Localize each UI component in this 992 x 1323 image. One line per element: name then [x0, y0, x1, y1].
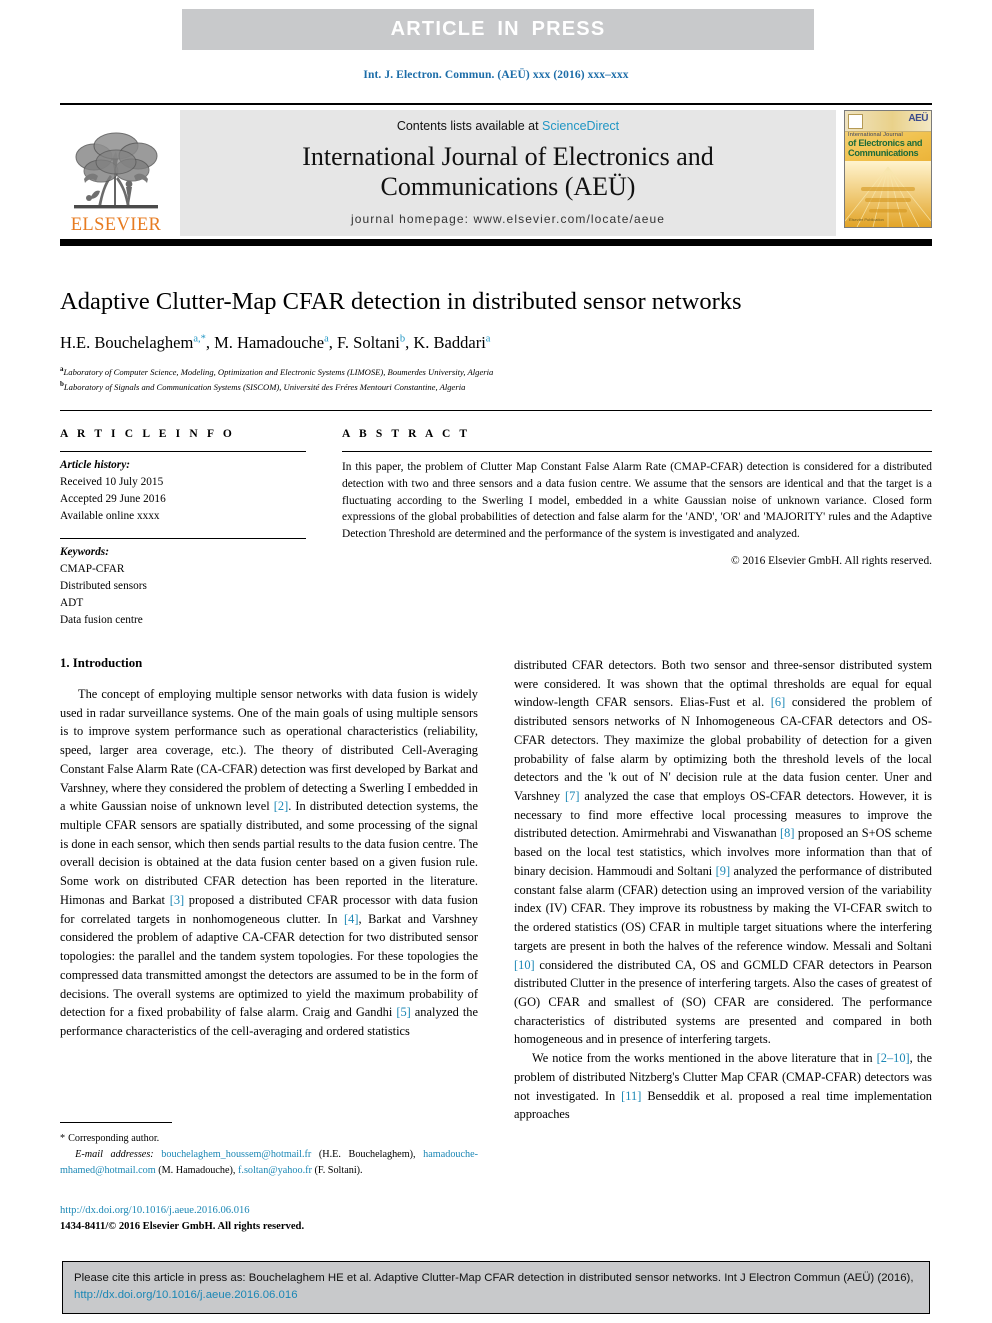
article-history-accepted: Accepted 29 June 2016 — [60, 493, 166, 506]
affiliation-a: aLaboratory of Computer Science, Modelin… — [60, 364, 932, 379]
contents-prefix: Contents lists available at — [396, 119, 543, 133]
author-1: H.E. Bouchelaghema,* — [60, 333, 206, 352]
author-list: H.E. Bouchelaghema,*, M. Hamadouchea, F.… — [60, 333, 932, 353]
journal-masthead: ELSEVIER Contents lists available at Sci… — [60, 103, 932, 237]
citation-footer-text: Please cite this article in press as: Bo… — [74, 1272, 914, 1284]
sciencedirect-link[interactable]: ScienceDirect — [542, 119, 619, 133]
email-owner-3: (F. Soltani). — [314, 1164, 363, 1176]
author-4: K. Baddaria — [413, 333, 490, 352]
body-paragraph: The concept of employing multiple sensor… — [60, 687, 479, 1038]
doi-link[interactable]: http://dx.doi.org/10.1016/j.aeue.2016.06… — [60, 1203, 478, 1219]
article-history-online: Available online xxxx — [60, 510, 160, 523]
email-addresses-label: E-mail addresses: — [75, 1148, 154, 1160]
page-title: Adaptive Clutter-Map CFAR detection in d… — [60, 288, 742, 315]
journal-homepage-line[interactable]: journal homepage: www.elsevier.com/locat… — [190, 212, 826, 226]
elsevier-wordmark: ELSEVIER — [70, 214, 162, 235]
keyword-item: ADT — [60, 597, 84, 610]
body-columns: 1. Introduction The concept of employing… — [60, 656, 932, 1124]
title-block: Adaptive Clutter-Map CFAR detection in d… — [60, 288, 932, 394]
article-in-press-banner: ARTICLE IN PRESS — [182, 9, 814, 50]
contents-available-line: Contents lists available at ScienceDirec… — [190, 119, 826, 133]
author-sep-1: , — [205, 332, 215, 352]
article-info-column: A R T I C L E I N F O Article history: R… — [60, 428, 306, 629]
affiliation-a-text: Laboratory of Computer Science, Modeling… — [63, 366, 494, 377]
article-history-group: Article history: Received 10 July 2015 A… — [60, 452, 306, 526]
email-addresses-note: E-mail addresses: bouchelaghem_houssem@h… — [60, 1147, 478, 1179]
journal-info-box: Contents lists available at ScienceDirec… — [180, 110, 836, 237]
citation-footer-link[interactable]: http://dx.doi.org/10.1016/j.aeue.2016.06… — [74, 1289, 298, 1301]
doi-block: http://dx.doi.org/10.1016/j.aeue.2016.06… — [60, 1203, 478, 1235]
affiliation-list: aLaboratory of Computer Science, Modelin… — [60, 364, 932, 394]
section-title-introduction: 1. Introduction — [60, 656, 143, 670]
keywords-group: Keywords: CMAP-CFAR Distributed sensors … — [60, 539, 306, 630]
author-3: F. Soltanib — [337, 333, 405, 352]
author-2: M. Hamadouchea — [214, 333, 329, 352]
article-page: ARTICLE IN PRESS Int. J. Electron. Commu… — [0, 0, 992, 1323]
cover-aeu-badge: AEÜ — [908, 113, 928, 124]
email-owner-1: (H.E. Bouchelaghem), — [318, 1148, 416, 1160]
keyword-item: Data fusion centre — [60, 614, 143, 627]
elsevier-logo: ELSEVIER — [60, 110, 172, 236]
author-1-name: H.E. Bouchelaghem — [60, 332, 194, 352]
author-1-marks: a,* — [193, 333, 206, 345]
article-history-label: Article history: — [60, 459, 130, 471]
corresponding-author-text: Corresponding author. — [68, 1133, 160, 1144]
email-owner-2: (M. Hamadouche), — [158, 1164, 236, 1176]
body-right-column: distributed CFAR detectors. Both two sen… — [514, 656, 932, 1124]
author-2-name: M. Hamadouche — [214, 332, 325, 352]
affiliation-b-text: Laboratory of Signals and Communication … — [63, 381, 466, 392]
article-in-press-label: ARTICLE IN PRESS — [390, 18, 606, 40]
info-abstract-region: A R T I C L E I N F O Article history: R… — [60, 428, 932, 629]
affiliation-b: bLaboratory of Signals and Communication… — [60, 379, 932, 394]
footnote-block: * Corresponding author. E-mail addresses:… — [60, 1122, 478, 1178]
body-left-column: 1. Introduction The concept of employing… — [60, 656, 478, 1124]
footnote-rule — [60, 1122, 172, 1123]
article-history-received: Received 10 July 2015 — [60, 476, 164, 489]
author-sep-2: , — [328, 332, 338, 352]
cover-title-line-2: Communications — [848, 148, 919, 158]
journal-running-head: Int. J. Electron. Commun. (AEÜ) xxx (201… — [363, 69, 629, 81]
abstract-heading: A B S T R A C T — [342, 428, 471, 440]
elsevier-tree-icon — [74, 132, 158, 209]
author-4-name: K. Baddari — [413, 332, 486, 352]
email-link-1[interactable]: bouchelaghem_houssem@hotmail.fr — [161, 1149, 311, 1160]
issn-copyright-line: 1434-8411/© 2016 Elsevier GmbH. All righ… — [60, 1220, 305, 1232]
journal-cover-thumbnail: AEÜ International Journal of Electronics… — [844, 110, 932, 228]
keyword-item: CMAP-CFAR — [60, 562, 125, 575]
body-paragraph: We notice from the works mentioned in th… — [514, 1051, 932, 1122]
asterisk-icon: * — [60, 1133, 66, 1144]
article-info-heading: A R T I C L E I N F O — [60, 428, 235, 440]
author-3-name: F. Soltani — [337, 332, 400, 352]
keyword-item: Distributed sensors — [60, 579, 147, 592]
masthead-bottom-rule — [60, 239, 932, 246]
abstract-copyright: © 2016 Elsevier GmbH. All rights reserve… — [731, 554, 932, 567]
cover-elsevier-mark-icon — [848, 114, 863, 129]
journal-title-line-2: Communications (AEÜ) — [380, 172, 636, 202]
journal-title-line-1: International Journal of Electronics and — [302, 142, 714, 171]
abstract-column: A B S T R A C T In this paper, the probl… — [342, 428, 932, 629]
cover-footer-text: Elsevier Publication — [849, 216, 884, 222]
author-4-marks: a — [485, 333, 491, 345]
abstract-text: In this paper, the problem of Clutter Ma… — [342, 461, 932, 541]
title-bottom-rule — [60, 410, 932, 411]
citation-footer-box: Please cite this article in press as: Bo… — [62, 1261, 930, 1315]
corresponding-author-note: * Corresponding author. — [60, 1131, 478, 1147]
keywords-label: Keywords: — [60, 545, 109, 558]
journal-title: International Journal of Electronics and… — [190, 142, 826, 202]
email-link-3[interactable]: f.soltan@yahoo.fr — [238, 1165, 312, 1176]
body-paragraph: distributed CFAR detectors. Both two sen… — [514, 658, 933, 1047]
